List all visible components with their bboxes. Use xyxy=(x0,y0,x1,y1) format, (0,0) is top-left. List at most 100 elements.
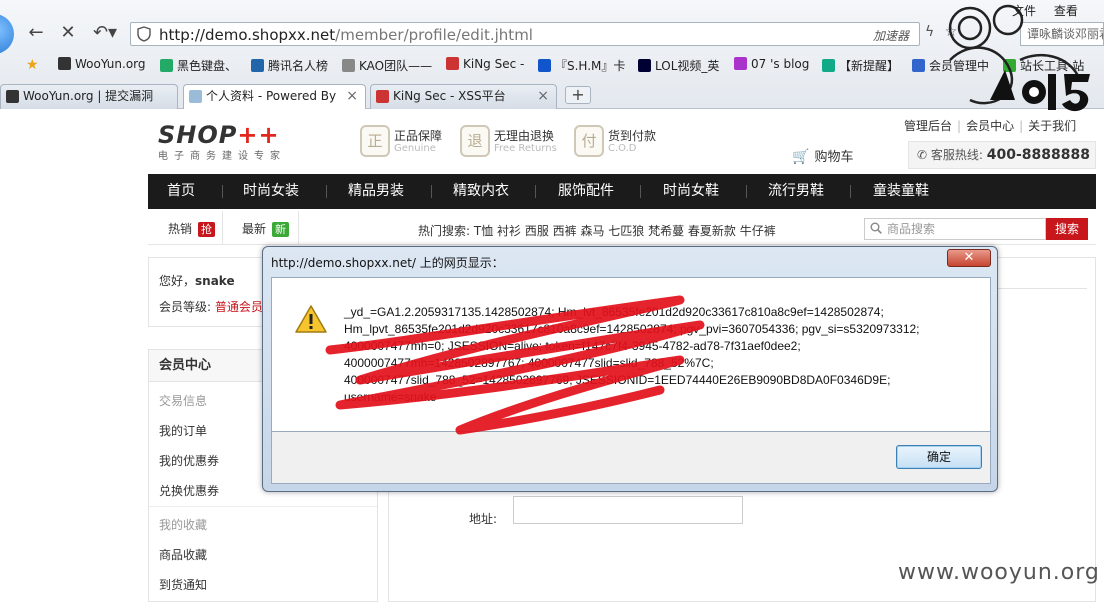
menu-item-redeem-coupon[interactable]: 兑换优惠券 xyxy=(159,482,219,499)
warning-icon xyxy=(295,305,327,333)
nav-mens-shoes[interactable]: 流行男鞋 xyxy=(768,174,824,209)
site-icon xyxy=(446,57,459,70)
dialog-footer: 确定 xyxy=(271,432,991,484)
address-input[interactable] xyxy=(513,496,743,524)
toolbar-icons: ϟ ☆ xyxy=(925,24,1015,46)
nav-womens[interactable]: 时尚女装 xyxy=(243,174,299,209)
logo-tagline: 电子商务建设专家 xyxy=(158,151,286,162)
tab-strip: WooYun.org | 提交漏洞 个人资料 - Powered By × Ki… xyxy=(0,82,1104,110)
tab-label: KiNg Sec - XSS平台 xyxy=(393,89,506,103)
site-icon xyxy=(6,90,19,103)
site-logo[interactable]: SHOP++ 电子商务建设专家 xyxy=(158,121,286,162)
lightning-icon[interactable]: ϟ xyxy=(925,24,934,40)
accelerator-button[interactable]: 加速器 xyxy=(873,27,909,44)
nav-mens[interactable]: 精品男装 xyxy=(348,174,404,209)
search-button[interactable]: 搜索 xyxy=(1046,218,1088,240)
cart-label: 购物车 xyxy=(814,150,854,165)
member-level: 会员等级: 普通会员 xyxy=(159,298,263,315)
guarantee-subtitle: Genuine xyxy=(394,143,436,154)
bookmarks-star-icon[interactable]: ★ xyxy=(26,57,39,73)
cookie-line: 4000007477slid_788_52=1428502897769; JSE… xyxy=(344,373,891,387)
bookmark-label: LOL视频_英 xyxy=(655,59,720,73)
menu-item-coupons[interactable]: 我的优惠券 xyxy=(159,452,219,469)
star-icon[interactable]: ☆ xyxy=(945,24,958,40)
logo-text: SHOP++ xyxy=(158,121,286,149)
close-icon[interactable]: × xyxy=(346,85,358,108)
ok-button[interactable]: 确定 xyxy=(896,445,982,469)
hot-sale-label: 热销 xyxy=(168,222,193,236)
member-center-link[interactable]: 会员中心 xyxy=(966,119,1014,133)
bookmark-item[interactable]: LOL视频_英 xyxy=(638,57,719,74)
dialog-body: _yd_=GA1.2.2059317135.1428502874; Hm_lvt… xyxy=(271,277,991,432)
bookmark-item[interactable]: 站长工具-站 xyxy=(1003,57,1084,74)
goods-search-input[interactable]: 商品搜索 xyxy=(864,218,1046,240)
tab-king-sec[interactable]: KiNg Sec - XSS平台 × xyxy=(370,84,557,109)
new-tab-button[interactable]: + xyxy=(565,86,591,104)
url-host: http://demo.shopxx.net xyxy=(159,26,336,44)
bookmark-label: 站长工具-站 xyxy=(1020,59,1085,73)
site-icon xyxy=(538,59,551,72)
bookmark-item[interactable]: 腾讯名人榜 xyxy=(251,57,328,74)
page-icon xyxy=(189,90,202,103)
admin-link[interactable]: 管理后台 xyxy=(904,119,952,133)
bookmark-item[interactable]: KAO团队—— xyxy=(342,57,432,74)
bookmark-item[interactable]: 黑色键盘、 xyxy=(160,57,237,74)
site-icon xyxy=(638,59,651,72)
bookmark-label: WooYun.org xyxy=(75,57,146,71)
hotline-number: 400-8888888 xyxy=(986,147,1090,163)
level-label: 会员等级: xyxy=(159,300,212,314)
bookmark-item[interactable]: 07 's blog xyxy=(734,57,809,71)
bookmark-label: 会员管理中 xyxy=(929,59,990,73)
cod-icon: 付 xyxy=(574,125,604,157)
hot-sale-tab[interactable]: 热销抢 xyxy=(168,220,216,237)
navigation-row: ← ✕ ↶▾ http://demo.shopxx.net/member/pro… xyxy=(0,14,1104,54)
stop-icon[interactable]: ✕ xyxy=(57,22,79,44)
hot-search-keywords[interactable]: 热门搜索: T恤 衬衫 西服 西裤 森马 七匹狼 梵希蔓 春夏新款 牛仔裤 xyxy=(418,222,776,239)
bookmark-item[interactable]: 会员管理中 xyxy=(912,57,989,74)
bookmark-label: 『S.H.M』卡 xyxy=(555,59,626,73)
nav-womens-shoes[interactable]: 时尚女鞋 xyxy=(663,174,719,209)
tab-wooyun[interactable]: WooYun.org | 提交漏洞 xyxy=(0,84,178,109)
greeting: 您好，snake xyxy=(159,272,235,289)
newest-label: 最新 xyxy=(242,222,267,236)
bookmark-item[interactable]: 『S.H.M』卡 xyxy=(538,57,625,74)
browser-logo-icon[interactable] xyxy=(0,14,14,54)
browser-search-input[interactable]: 谭咏麟谈邓丽君 xyxy=(1020,22,1104,46)
about-link[interactable]: 关于我们 xyxy=(1028,119,1076,133)
bookmark-label: KiNg Sec - xyxy=(463,57,525,71)
close-icon[interactable]: × xyxy=(537,85,549,108)
site-icon xyxy=(822,59,835,72)
cookie-line: 4000007477mh=1428502897767; 4000007477sl… xyxy=(344,356,714,370)
guarantee-title: 正品保障 xyxy=(394,129,443,143)
guarantee-title: 货到付款 xyxy=(608,129,657,143)
cookie-line: _yd_=GA1.2.2059317135.1428502874; Hm_lvt… xyxy=(344,305,884,319)
main-navigation: 首页 时尚女装 精品男装 精致内衣 服饰配件 时尚女鞋 流行男鞋 童装童鞋 xyxy=(148,174,1096,209)
undo-icon[interactable]: ↶▾ xyxy=(90,22,120,44)
watermark: www.wooyun.org xyxy=(898,560,1100,585)
hotline: ✆ 客服热线: 400-8888888 xyxy=(908,141,1096,169)
tab-profile[interactable]: 个人资料 - Powered By × xyxy=(183,84,366,110)
site-icon xyxy=(912,59,925,72)
newest-tab[interactable]: 最新新 xyxy=(242,220,290,237)
guarantee-subtitle: Free Returns xyxy=(494,143,557,154)
alert-dialog: http://demo.shopxx.net/ 上的网页显示： ✕ _yd_=G… xyxy=(262,246,998,492)
menu-item-orders[interactable]: 我的订单 xyxy=(159,422,207,439)
bookmark-item[interactable]: 【新提醒】 xyxy=(822,57,899,74)
bookmark-label: KAO团队—— xyxy=(359,59,433,73)
nav-kids[interactable]: 童装童鞋 xyxy=(873,174,929,209)
bookmark-item[interactable]: WooYun.org xyxy=(58,57,146,71)
menu-item-stock-notify[interactable]: 到货通知 xyxy=(159,576,207,593)
dialog-close-button[interactable]: ✕ xyxy=(947,249,991,267)
bookmark-item[interactable]: KiNg Sec - xyxy=(446,57,524,71)
tab-label: WooYun.org | 提交漏洞 xyxy=(23,89,154,103)
cart-link[interactable]: 🛒 购物车 xyxy=(792,146,853,165)
site-icon xyxy=(1003,59,1016,72)
menu-item-product-favorites[interactable]: 商品收藏 xyxy=(159,546,207,563)
nav-home[interactable]: 首页 xyxy=(167,174,195,209)
site-icon xyxy=(734,57,747,70)
site-icon xyxy=(58,57,71,70)
back-arrow-icon[interactable]: ← xyxy=(25,22,47,44)
nav-lingerie[interactable]: 精致内衣 xyxy=(453,174,509,209)
nav-accessories[interactable]: 服饰配件 xyxy=(558,174,614,209)
address-bar[interactable]: http://demo.shopxx.net/member/profile/ed… xyxy=(130,22,920,46)
